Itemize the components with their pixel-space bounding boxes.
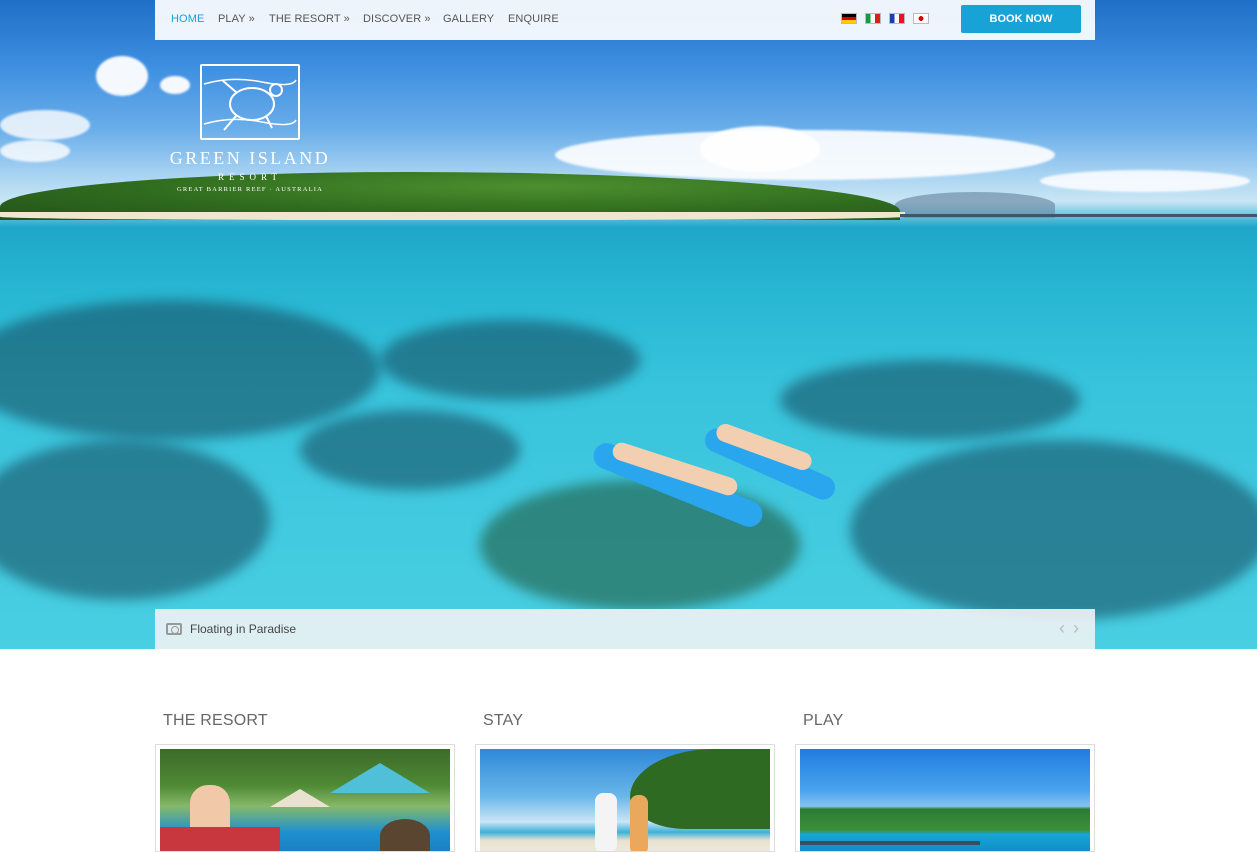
top-navigation: HOME PLAY » THE RESORT » DISCOVER » GALL… (155, 0, 1095, 40)
reef (780, 360, 1080, 440)
reef (480, 480, 800, 610)
card-the-resort[interactable] (155, 744, 455, 852)
logo-subtitle: RESORT (218, 172, 282, 182)
italian-flag-icon[interactable] (865, 13, 881, 24)
nav-enquire[interactable]: ENQUIRE (508, 13, 559, 25)
reef (0, 440, 270, 600)
resort-pool-image (160, 749, 450, 851)
german-flag-icon[interactable] (841, 13, 857, 24)
reef (300, 410, 520, 490)
nav-home[interactable]: HOME (171, 13, 204, 25)
beach-couple-image (480, 749, 770, 851)
cloud (0, 110, 90, 140)
logo-tagline: GREAT BARRIER REEF · AUSTRALIA (176, 186, 324, 193)
island-jetty-image (800, 749, 1090, 851)
reef (380, 320, 640, 400)
card-play[interactable] (795, 744, 1095, 852)
nav-discover[interactable]: DISCOVER » (363, 13, 431, 25)
prev-slide-icon[interactable]: ‹ (1059, 619, 1065, 637)
french-flag-icon[interactable] (889, 13, 905, 24)
section-title-stay: STAY (483, 712, 524, 729)
nav-play[interactable]: PLAY » (218, 13, 255, 25)
resort-logo[interactable]: GREEN ISLAND RESORT GREAT BARRIER REEF ·… (150, 62, 350, 202)
card-stay[interactable] (475, 744, 775, 852)
section-title-play: PLAY (803, 712, 844, 729)
book-now-button[interactable]: BOOK NOW (961, 5, 1081, 33)
japanese-flag-icon[interactable] (913, 13, 929, 24)
slide-caption-bar: Floating in Paradise ‹ › (155, 609, 1095, 649)
cloud (700, 126, 820, 172)
reef (0, 300, 380, 440)
cloud (1040, 170, 1250, 192)
jetty (900, 214, 1257, 217)
beach (0, 212, 905, 220)
turtle-logo-icon (200, 64, 300, 140)
nav-the-resort[interactable]: THE RESORT » (269, 13, 350, 25)
cloud (96, 56, 148, 96)
next-slide-icon[interactable]: › (1073, 619, 1079, 637)
slide-caption: Floating in Paradise (190, 622, 297, 636)
reef (850, 440, 1257, 620)
section-title-the-resort: THE RESORT (163, 712, 268, 729)
logo-title: GREEN ISLAND (169, 148, 331, 168)
camera-icon (166, 623, 182, 635)
nav-gallery[interactable]: GALLERY (443, 13, 494, 25)
cloud (0, 140, 70, 162)
